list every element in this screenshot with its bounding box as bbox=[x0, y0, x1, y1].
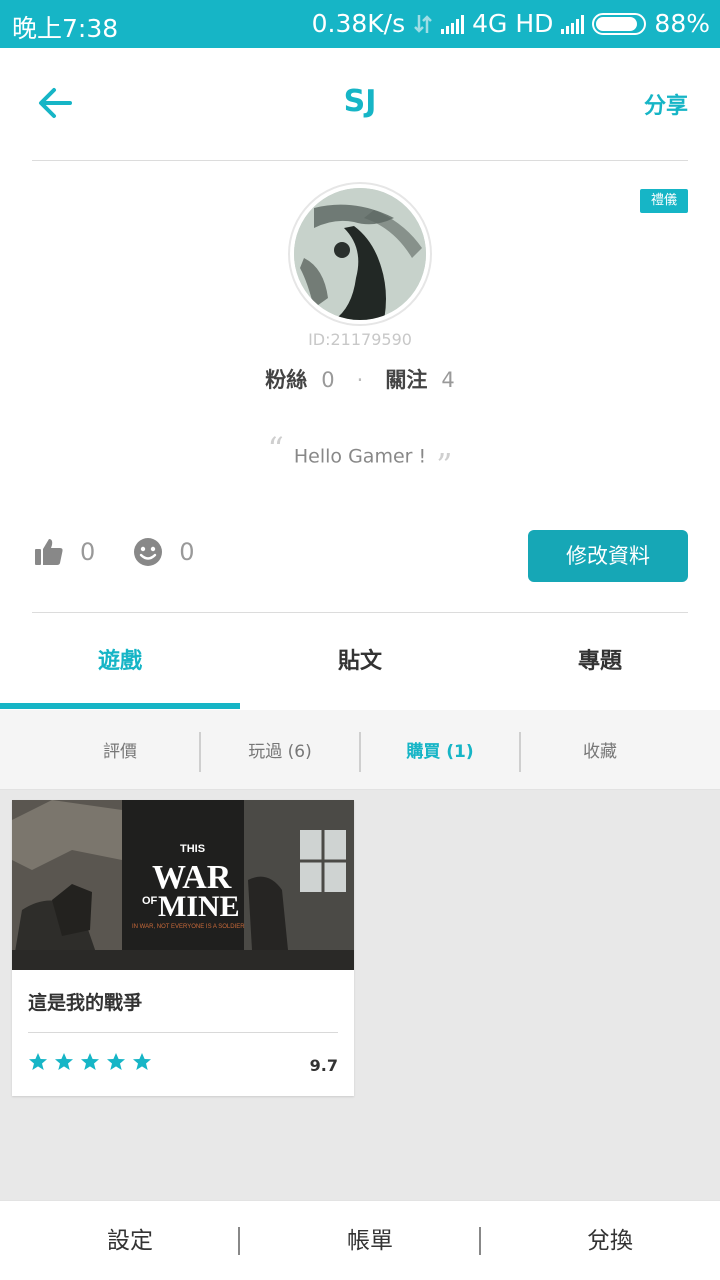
bottom-bar: 設定 帳單 兌換 bbox=[0, 1200, 720, 1280]
tab-topics[interactable]: 專題 bbox=[480, 614, 720, 710]
game-card[interactable]: THIS WAR OF MINE IN WAR, NOT EVERYONE IS… bbox=[12, 800, 354, 1096]
fans-count: 0 bbox=[321, 368, 335, 392]
game-cover-image: THIS WAR OF MINE IN WAR, NOT EVERYONE IS… bbox=[12, 800, 354, 970]
following-label[interactable]: 關注 bbox=[385, 368, 427, 392]
subtab-reviews[interactable]: 評價 bbox=[40, 710, 200, 790]
status-right: 0.38K/s 4G HD 88% bbox=[312, 9, 710, 38]
battery-level bbox=[596, 16, 637, 31]
star-icon bbox=[133, 1053, 151, 1070]
active-tab-indicator bbox=[0, 703, 240, 709]
header-divider bbox=[32, 160, 688, 161]
network-type: 4G HD bbox=[472, 9, 554, 38]
avatar-image bbox=[294, 188, 426, 320]
bill-button[interactable]: 帳單 bbox=[250, 1201, 490, 1280]
status-bar: 晚上7:38 0.38K/s 4G HD 88% bbox=[0, 0, 720, 48]
data-transfer-icon bbox=[414, 14, 433, 33]
cover-title-this: THIS bbox=[180, 843, 205, 855]
open-quote-icon: “ bbox=[267, 430, 284, 468]
fans-label[interactable]: 粉絲 bbox=[265, 368, 307, 392]
tab-posts[interactable]: 貼文 bbox=[240, 614, 480, 710]
game-list: THIS WAR OF MINE IN WAR, NOT EVERYONE IS… bbox=[0, 790, 720, 1200]
smiles-count: 0 bbox=[179, 538, 195, 566]
avatar[interactable] bbox=[288, 182, 432, 326]
settings-button[interactable]: 設定 bbox=[10, 1201, 250, 1280]
edit-profile-button[interactable]: 修改資料 bbox=[528, 530, 688, 582]
page-title: SJ bbox=[343, 84, 377, 119]
card-divider bbox=[28, 1032, 338, 1033]
user-id: ID:21179590 bbox=[308, 330, 412, 349]
star-icon bbox=[29, 1053, 47, 1070]
game-title: 這是我的戰爭 bbox=[28, 992, 143, 1014]
bottom-divider bbox=[479, 1227, 481, 1255]
cover-title-mine: MINE bbox=[158, 890, 240, 923]
header: SJ 分享 bbox=[0, 48, 720, 160]
redeem-button[interactable]: 兌換 bbox=[490, 1201, 720, 1280]
game-score: 9.7 bbox=[309, 1056, 338, 1075]
thumbs-up-icon[interactable] bbox=[34, 537, 64, 567]
profile-divider bbox=[32, 612, 688, 613]
follow-stats: 粉絲 0 · 關注 4 bbox=[0, 364, 720, 394]
battery-icon bbox=[592, 12, 647, 35]
cover-title-of: OF bbox=[142, 895, 158, 907]
bottom-divider bbox=[238, 1227, 240, 1255]
signal-icon bbox=[441, 14, 465, 34]
star-icon bbox=[107, 1053, 125, 1070]
status-time: 晚上7:38 bbox=[12, 14, 119, 43]
star-icon bbox=[81, 1053, 99, 1070]
rating-stars bbox=[28, 1052, 152, 1072]
cover-tagline: IN WAR, NOT EVERYONE IS A SOLDIER bbox=[132, 924, 245, 930]
sub-tabs: 評價 玩過 (6) 購買 (1) 收藏 bbox=[0, 710, 720, 790]
main-tabs: 遊戲 貼文 專題 bbox=[0, 614, 720, 710]
likes-count: 0 bbox=[80, 538, 96, 566]
title-badge: 禮儀 bbox=[640, 189, 688, 213]
close-quote-icon: ” bbox=[436, 446, 453, 484]
reaction-stats: 0 0 bbox=[34, 537, 233, 567]
star-icon bbox=[55, 1053, 73, 1070]
following-count: 4 bbox=[441, 368, 455, 392]
subtab-favorites[interactable]: 收藏 bbox=[520, 710, 680, 790]
bio-text: Hello Gamer ! bbox=[293, 445, 427, 468]
smiley-icon[interactable] bbox=[133, 537, 163, 567]
battery-percent: 88% bbox=[654, 9, 710, 38]
subtab-purchased[interactable]: 購買 (1) bbox=[360, 710, 520, 790]
share-button[interactable]: 分享 bbox=[644, 88, 688, 120]
stats-separator: · bbox=[356, 368, 364, 392]
signal-icon-2 bbox=[561, 14, 585, 34]
net-speed: 0.38K/s bbox=[311, 9, 406, 38]
subtab-played[interactable]: 玩過 (6) bbox=[200, 710, 360, 790]
bio-quote: “ Hello Gamer ! ” bbox=[0, 430, 720, 484]
tab-games[interactable]: 遊戲 bbox=[0, 614, 240, 710]
